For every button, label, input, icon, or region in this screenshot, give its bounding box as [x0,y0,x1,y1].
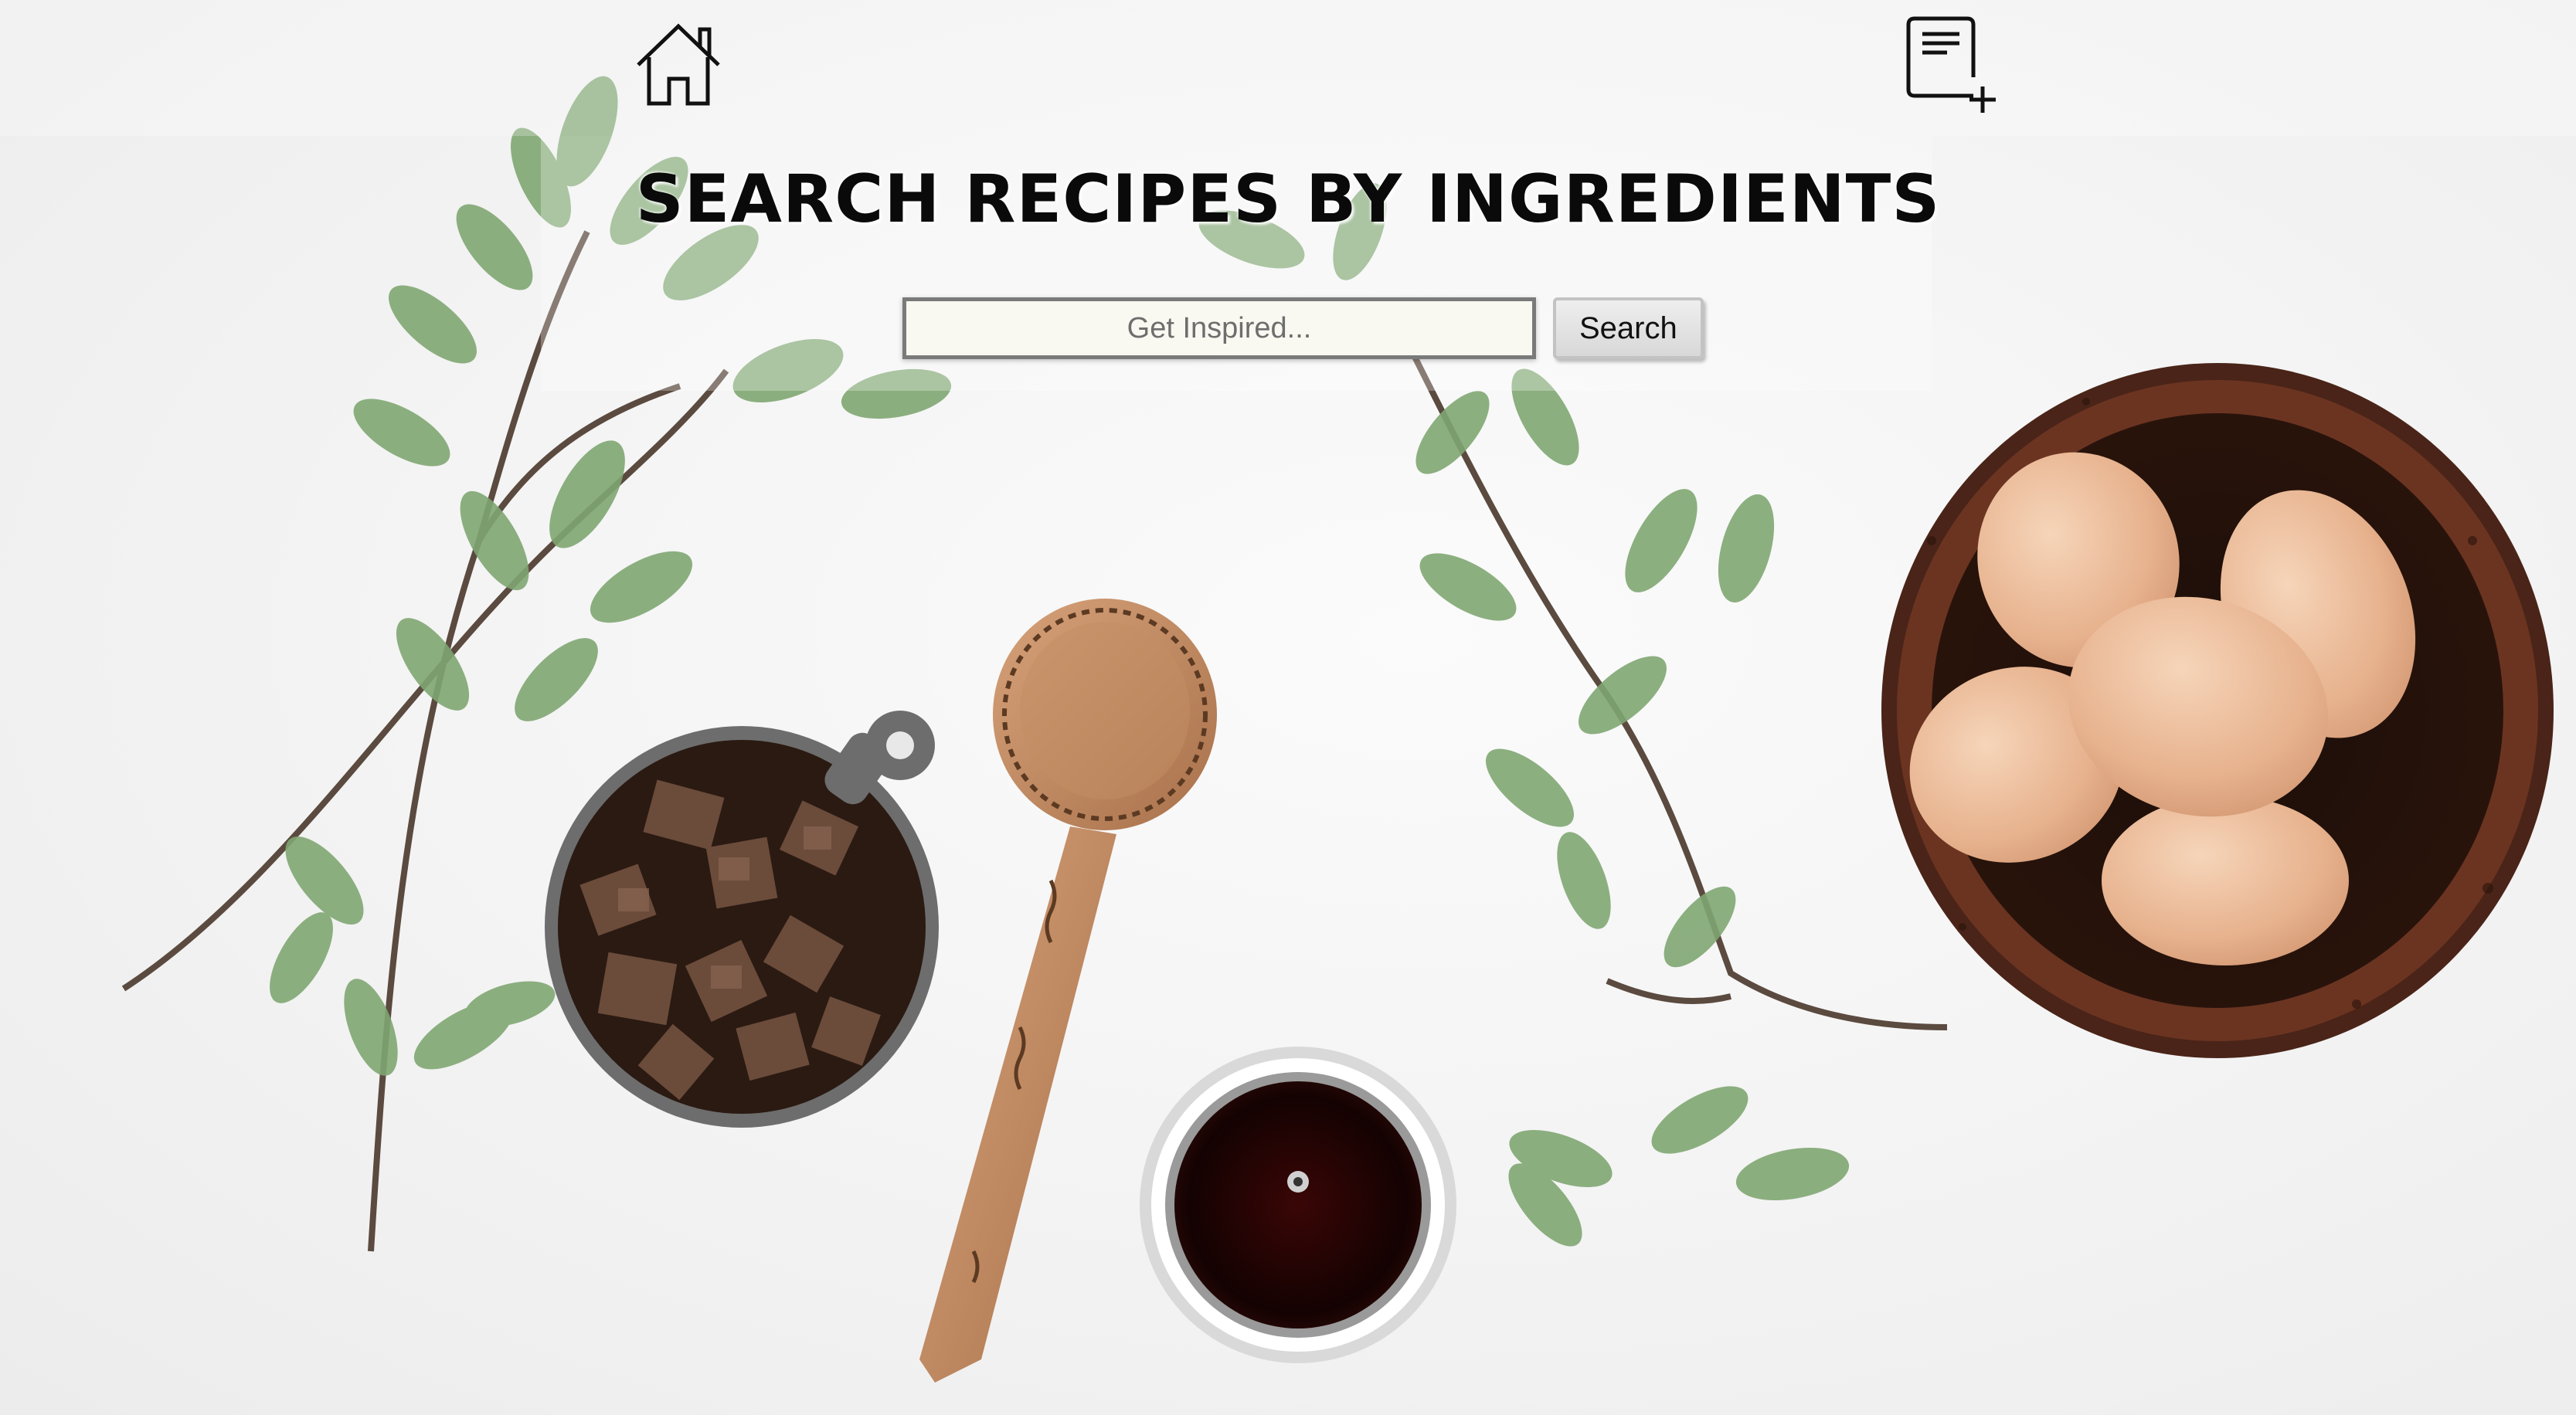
chocolate-bowl [545,711,939,1128]
search-form: Search [902,294,1704,363]
document-plus-icon[interactable] [1902,15,2003,116]
top-nav-bar [0,0,2576,136]
egg-bowl [1881,363,2554,1058]
page-title: SEARCH RECIPES BY INGREDIENTS [635,161,1941,238]
search-button[interactable]: Search [1553,297,1704,359]
home-icon[interactable] [632,19,725,111]
syrup-jar [1140,1047,1456,1363]
page: SEARCH RECIPES BY INGREDIENTS Search [0,0,2576,1415]
search-input[interactable] [902,297,1536,359]
